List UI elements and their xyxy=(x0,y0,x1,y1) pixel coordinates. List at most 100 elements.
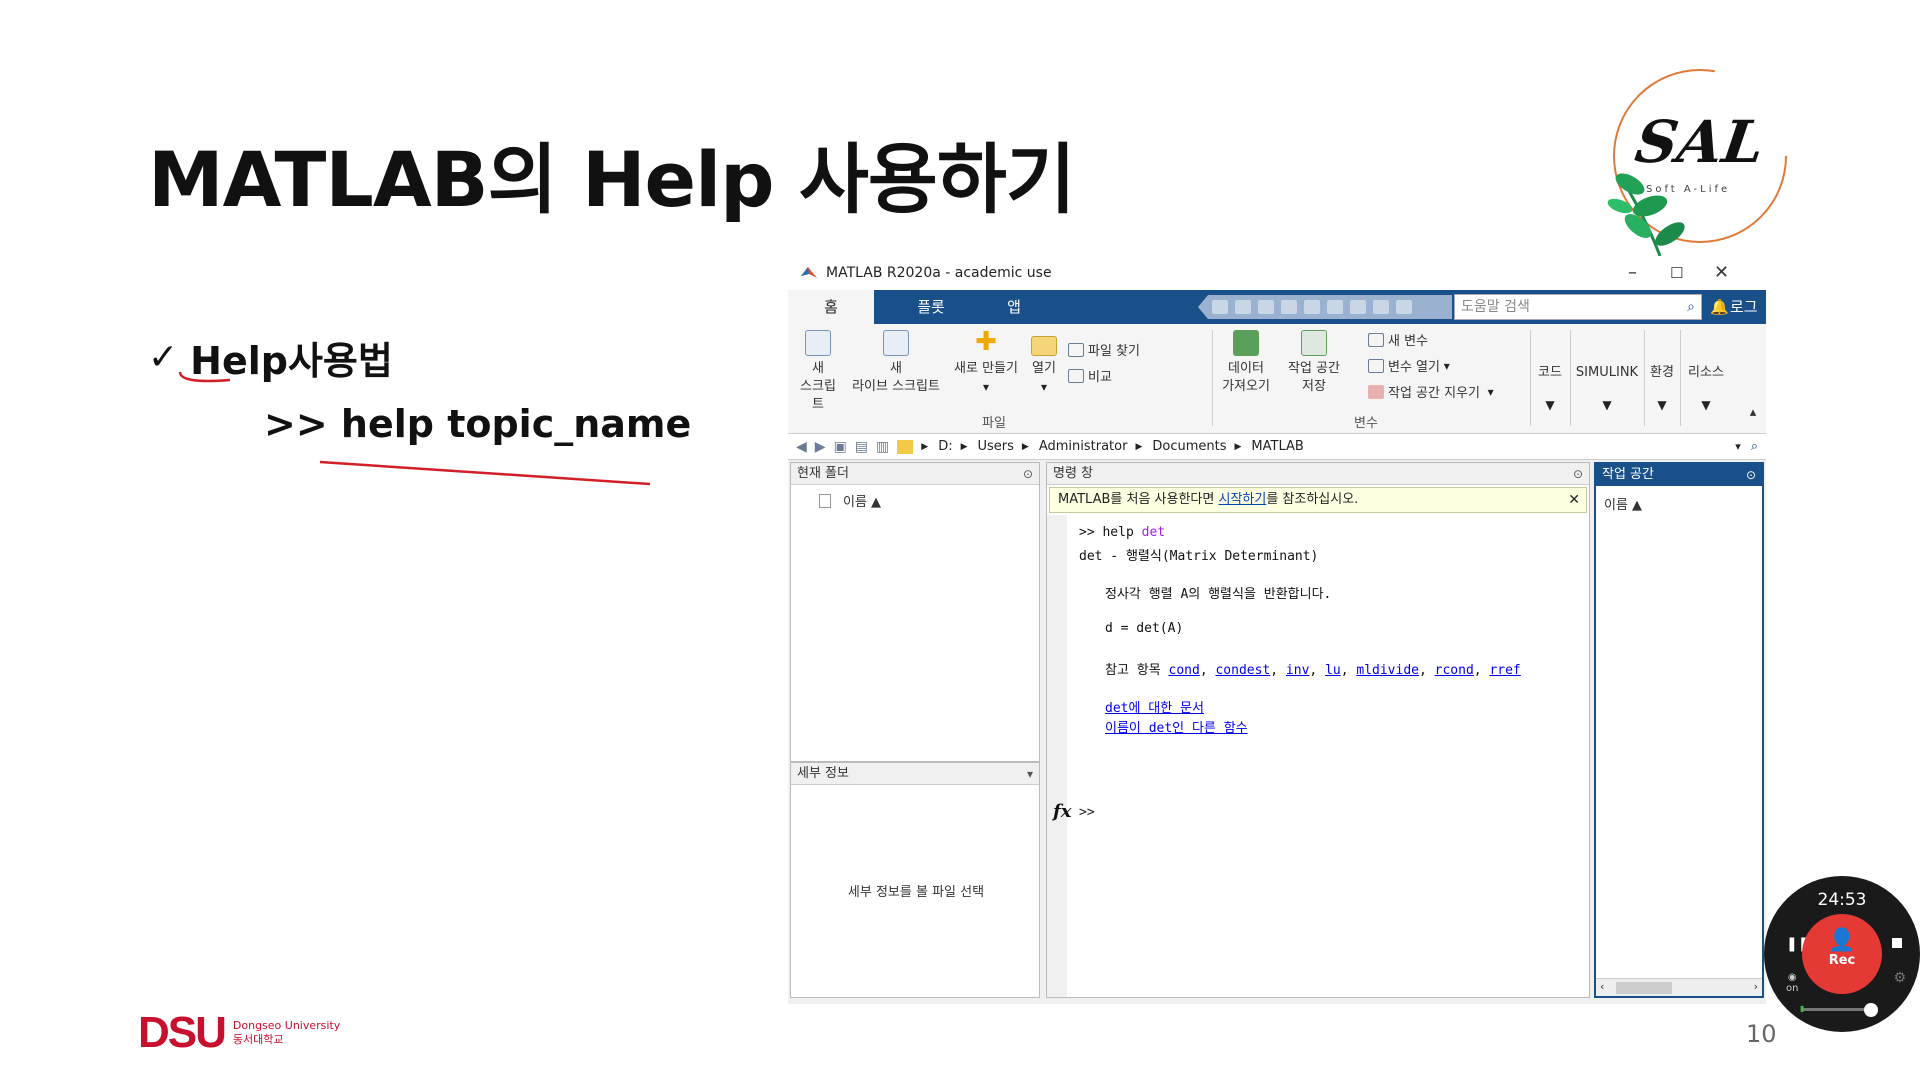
search-folder-icon[interactable]: ⌕ xyxy=(1751,439,1758,454)
camera-toggle[interactable]: ◉ on xyxy=(1786,972,1798,994)
breadcrumb-users[interactable]: Users xyxy=(978,439,1014,454)
forward-arrow-icon[interactable]: ▶ xyxy=(815,439,826,455)
det-documentation-link[interactable]: det에 대한 문서 xyxy=(1105,701,1204,716)
details-header[interactable]: 세부 정보 ▾ xyxy=(791,763,1039,785)
breadcrumb-documents[interactable]: Documents xyxy=(1152,439,1226,454)
chevron-right-icon: ▶ xyxy=(1234,441,1242,452)
new-button[interactable]: ✚ 새로 만들기 ▾ xyxy=(948,329,1024,396)
scrollbar-thumb[interactable] xyxy=(1616,982,1672,994)
close-button[interactable]: ✕ xyxy=(1714,262,1729,283)
tab-home[interactable]: 홈 xyxy=(788,290,874,324)
minimize-button[interactable]: – xyxy=(1628,262,1637,283)
see-also-link-rcond[interactable]: rcond xyxy=(1435,663,1474,678)
new-live-script-button[interactable]: 새 라이브 스크립트 xyxy=(852,330,940,396)
breadcrumb-matlab[interactable]: MATLAB xyxy=(1251,439,1303,454)
other-det-functions-link[interactable]: 이름이 det인 다른 함수 xyxy=(1105,721,1248,736)
new-script-label-2: 스크립트 xyxy=(800,379,836,412)
record-button[interactable]: 👤 Rec xyxy=(1802,914,1882,994)
bullet-item: ✓ Help사용법 xyxy=(148,330,393,385)
environment-section-button[interactable]: 환경 ▼ xyxy=(1646,364,1678,414)
ribbon-separator xyxy=(1680,330,1681,426)
tab-apps[interactable]: 앱 xyxy=(984,290,1044,324)
close-icon[interactable]: ✕ xyxy=(1568,488,1580,512)
simulink-section-button[interactable]: SIMULINK ▼ xyxy=(1572,364,1642,414)
help-search-input[interactable]: 도움말 검색 ⌕ xyxy=(1454,294,1702,320)
clear-workspace-button[interactable]: 작업 공간 지우기 ▾ xyxy=(1368,382,1494,401)
switch-windows-icon[interactable] xyxy=(1350,300,1366,314)
pane-menu-icon[interactable]: ⊙ xyxy=(1746,464,1756,486)
help-description: 정사각 행렬 A의 행렬식을 반환합니다. xyxy=(1105,587,1332,602)
new-script-button[interactable]: 새 스크립트 xyxy=(798,330,838,414)
open-variable-button[interactable]: 변수 열기 ▾ xyxy=(1368,356,1450,375)
resources-section-button[interactable]: 리소스 ▼ xyxy=(1682,364,1730,414)
gear-icon[interactable]: ⚙ xyxy=(1893,970,1906,986)
command-window[interactable]: 명령 창 ⊙ MATLAB를 처음 사용한다면 시작하기를 참조하십시오. ✕ … xyxy=(1046,462,1590,998)
pane-menu-icon[interactable]: ⊙ xyxy=(1573,463,1583,485)
open-button[interactable]: 열기 ▾ xyxy=(1024,330,1064,396)
back-arrow-icon[interactable]: ◀ xyxy=(796,439,807,455)
up-folder-icon[interactable]: ▣ xyxy=(834,439,847,455)
cut-icon[interactable] xyxy=(1235,300,1251,314)
new-script-label-1: 새 xyxy=(812,361,824,376)
scroll-left-icon[interactable]: ‹ xyxy=(1600,980,1604,993)
see-also-line: 참고 항목 cond, condest, inv, lu, mldivide, … xyxy=(1105,663,1521,678)
help-icon[interactable] xyxy=(1373,300,1389,314)
pane-menu-icon[interactable]: ⊙ xyxy=(1023,463,1033,485)
volume-slider[interactable]: ▮ xyxy=(1800,1003,1878,1017)
open-variable-label: 변수 열기 xyxy=(1388,360,1440,375)
command-window-title: 명령 창 xyxy=(1053,466,1094,481)
browse-folder-icon[interactable]: ▤ xyxy=(855,439,868,455)
search-icon[interactable]: ⌕ xyxy=(1687,295,1695,319)
file-group-label: 파일 xyxy=(982,416,1006,431)
maximize-button[interactable]: ☐ xyxy=(1670,264,1683,282)
stop-icon[interactable] xyxy=(1892,938,1902,948)
code-label: 코드 xyxy=(1538,365,1562,380)
chevron-down-icon[interactable]: ▾ xyxy=(1027,763,1033,785)
redo-icon[interactable] xyxy=(1327,300,1343,314)
compare-label: 비교 xyxy=(1088,370,1112,385)
name-column-header[interactable]: 이름 ▲ xyxy=(1604,494,1642,513)
toolbar-options-icon[interactable] xyxy=(1396,300,1412,314)
breadcrumb-administrator[interactable]: Administrator xyxy=(1039,439,1128,454)
command-prompt[interactable]: >> xyxy=(1079,805,1095,820)
find-files-button[interactable]: 파일 찾기 xyxy=(1068,340,1140,359)
getting-started-link[interactable]: 시작하기 xyxy=(1218,492,1266,507)
save-workspace-label-2: 저장 xyxy=(1302,379,1326,394)
code-section-button[interactable]: 코드 ▼ xyxy=(1532,364,1568,414)
notification-bell-icon[interactable]: 🔔 xyxy=(1710,298,1729,316)
address-dropdown-icon[interactable]: ▾ xyxy=(1735,440,1741,453)
scroll-right-icon[interactable]: › xyxy=(1754,980,1758,993)
university-logo: DSU Dongseo University 동서대학교 xyxy=(138,1008,340,1058)
breadcrumb-drive[interactable]: D: xyxy=(938,439,952,454)
save-workspace-button[interactable]: 작업 공간 저장 xyxy=(1282,330,1346,396)
see-also-link-mldivide[interactable]: mldivide xyxy=(1356,663,1419,678)
paste-icon[interactable] xyxy=(1281,300,1297,314)
folder-nav-icon[interactable]: ▥ xyxy=(876,439,889,455)
university-abbr: DSU xyxy=(138,1008,227,1057)
check-icon: ✓ xyxy=(148,337,179,378)
save-icon[interactable] xyxy=(1212,300,1228,314)
new-live-script-icon xyxy=(883,330,909,356)
see-also-link-condest[interactable]: condest xyxy=(1215,663,1270,678)
compare-button[interactable]: 비교 xyxy=(1068,366,1112,385)
slider-knob[interactable] xyxy=(1864,1003,1878,1017)
import-data-button[interactable]: 데이터 가져오기 xyxy=(1216,330,1276,396)
function-browser-icon[interactable]: fx xyxy=(1053,801,1071,822)
see-also-link-cond[interactable]: cond xyxy=(1169,663,1200,678)
new-label: 새로 만들기 xyxy=(954,361,1018,376)
tab-plots[interactable]: 플롯 xyxy=(888,290,974,324)
variable-group-label: 변수 xyxy=(1354,416,1378,431)
open-folder-icon xyxy=(1031,336,1057,356)
find-files-icon xyxy=(1068,342,1084,357)
new-variable-button[interactable]: 새 변수 xyxy=(1368,330,1428,349)
import-data-icon xyxy=(1233,330,1259,356)
name-column-header[interactable]: 이름 ▲ xyxy=(843,491,881,510)
collapse-ribbon-icon[interactable]: ▴ xyxy=(1746,404,1760,422)
copy-icon[interactable] xyxy=(1258,300,1274,314)
see-also-link-rref[interactable]: rref xyxy=(1489,663,1520,678)
horizontal-scrollbar[interactable]: ‹ › xyxy=(1596,978,1762,996)
workspace-title: 작업 공간 xyxy=(1602,467,1654,482)
undo-icon[interactable] xyxy=(1304,300,1320,314)
see-also-link-lu[interactable]: lu xyxy=(1325,663,1341,678)
see-also-link-inv[interactable]: inv xyxy=(1286,663,1309,678)
